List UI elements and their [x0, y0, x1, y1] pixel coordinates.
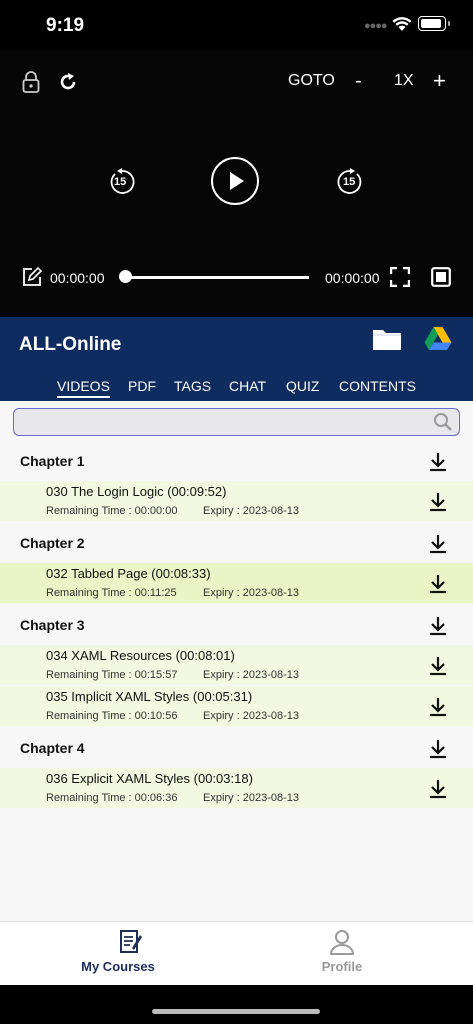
- tab-quiz[interactable]: QUIZ: [286, 378, 319, 394]
- total-time: 00:00:00: [325, 270, 380, 286]
- chapter-label: Chapter 1: [20, 453, 85, 469]
- tab-pdf[interactable]: PDF: [128, 378, 156, 394]
- profile-icon: [329, 930, 355, 955]
- expiry-date: Expiry : 2023-08-13: [203, 710, 299, 722]
- video-player[interactable]: GOTO - 1X + 15 15 00:00:00 00:00:00: [0, 50, 473, 317]
- current-time: 00:00:00: [50, 270, 105, 286]
- expiry-date: Expiry : 2023-08-13: [203, 669, 299, 681]
- lesson-title: 032 Tabbed Page (00:08:33): [46, 566, 211, 581]
- content-tabs: VIDEOS PDF TAGS CHAT QUIZ CONTENTS: [0, 378, 473, 400]
- tab-contents[interactable]: CONTENTS: [339, 378, 416, 394]
- courses-icon: [120, 930, 142, 953]
- home-indicator-bar: [0, 985, 473, 1024]
- rotate-icon[interactable]: [58, 72, 78, 92]
- remaining-time: Remaining Time : 00:15:57: [46, 669, 178, 681]
- speed-label: 1X: [394, 72, 414, 89]
- expiry-date: Expiry : 2023-08-13: [203, 587, 299, 599]
- download-icon[interactable]: [428, 696, 448, 718]
- cellular-icon: ●●●●: [364, 20, 388, 32]
- chapter-label: Chapter 4: [20, 740, 85, 756]
- remaining-time: Remaining Time : 00:00:00: [46, 505, 178, 517]
- bottom-tab-bar: My Courses Profile: [0, 921, 473, 986]
- download-icon[interactable]: [428, 491, 448, 513]
- chapter-header[interactable]: Chapter 4: [0, 728, 473, 768]
- expiry-date: Expiry : 2023-08-13: [203, 792, 299, 804]
- lesson-title: 030 The Login Logic (00:09:52): [46, 484, 227, 499]
- video-list: Chapter 1 030 The Login Logic (00:09:52)…: [0, 401, 473, 921]
- search-icon: [434, 413, 452, 431]
- download-icon[interactable]: [428, 655, 448, 677]
- folder-icon[interactable]: [372, 326, 402, 352]
- chapter-header[interactable]: Chapter 3: [0, 605, 473, 645]
- remaining-time: Remaining Time : 00:06:36: [46, 792, 178, 804]
- download-icon[interactable]: [428, 451, 448, 473]
- seek-bar[interactable]: [125, 276, 309, 279]
- tab-tags[interactable]: TAGS: [174, 378, 211, 394]
- remaining-time: Remaining Time : 00:10:56: [46, 710, 178, 722]
- course-header: ALL-Online VIDEOS PDF TAGS CHAT QUIZ CON…: [0, 317, 473, 401]
- status-bar: 9:19 ●●●●: [0, 0, 473, 50]
- chapter-label: Chapter 3: [20, 617, 85, 633]
- tab-profile[interactable]: Profile: [224, 922, 460, 986]
- download-icon[interactable]: [428, 533, 448, 555]
- skip-forward-15-button[interactable]: 15: [335, 167, 365, 197]
- chapter-header[interactable]: Chapter 1: [0, 441, 473, 481]
- list-item[interactable]: 032 Tabbed Page (00:08:33) Remaining Tim…: [0, 563, 473, 603]
- speed-decrease-button[interactable]: -: [355, 70, 362, 93]
- tab-chat[interactable]: CHAT: [229, 378, 266, 394]
- download-icon[interactable]: [428, 738, 448, 760]
- list-item[interactable]: 035 Implicit XAML Styles (00:05:31) Rema…: [0, 686, 473, 726]
- course-title: ALL-Online: [19, 334, 122, 355]
- pip-icon[interactable]: [431, 267, 451, 287]
- edit-icon[interactable]: [21, 266, 43, 288]
- google-drive-icon[interactable]: [424, 326, 452, 351]
- tab-videos[interactable]: VIDEOS: [57, 378, 110, 398]
- list-item[interactable]: 030 The Login Logic (00:09:52) Remaining…: [0, 481, 473, 521]
- seek-knob[interactable]: [119, 270, 132, 283]
- remaining-time: Remaining Time : 00:11:25: [46, 587, 177, 599]
- chapter-label: Chapter 2: [20, 535, 85, 551]
- battery-icon: [418, 16, 446, 31]
- tab-my-courses-label: My Courses: [81, 959, 155, 974]
- list-item[interactable]: 036 Explicit XAML Styles (00:03:18) Rema…: [0, 768, 473, 808]
- lesson-title: 034 XAML Resources (00:08:01): [46, 648, 235, 663]
- play-button[interactable]: [211, 157, 259, 205]
- wifi-icon: [392, 17, 412, 31]
- expiry-date: Expiry : 2023-08-13: [203, 505, 299, 517]
- lesson-title: 035 Implicit XAML Styles (00:05:31): [46, 689, 253, 704]
- tab-my-courses[interactable]: My Courses: [12, 922, 248, 986]
- download-icon[interactable]: [428, 573, 448, 595]
- download-icon[interactable]: [428, 778, 448, 800]
- fullscreen-icon[interactable]: [390, 267, 410, 287]
- play-icon: [230, 172, 244, 190]
- goto-button[interactable]: GOTO: [288, 72, 335, 90]
- home-indicator[interactable]: [152, 1009, 320, 1014]
- status-time: 9:19: [46, 15, 85, 36]
- speed-increase-button[interactable]: +: [433, 68, 446, 94]
- skip-back-15-button[interactable]: 15: [107, 167, 137, 197]
- search-input[interactable]: [13, 408, 460, 436]
- chapter-header[interactable]: Chapter 2: [0, 523, 473, 563]
- lesson-title: 036 Explicit XAML Styles (00:03:18): [46, 771, 253, 786]
- download-icon[interactable]: [428, 615, 448, 637]
- tab-profile-label: Profile: [321, 959, 363, 974]
- lock-icon[interactable]: [22, 70, 40, 94]
- list-item[interactable]: 034 XAML Resources (00:08:01) Remaining …: [0, 645, 473, 685]
